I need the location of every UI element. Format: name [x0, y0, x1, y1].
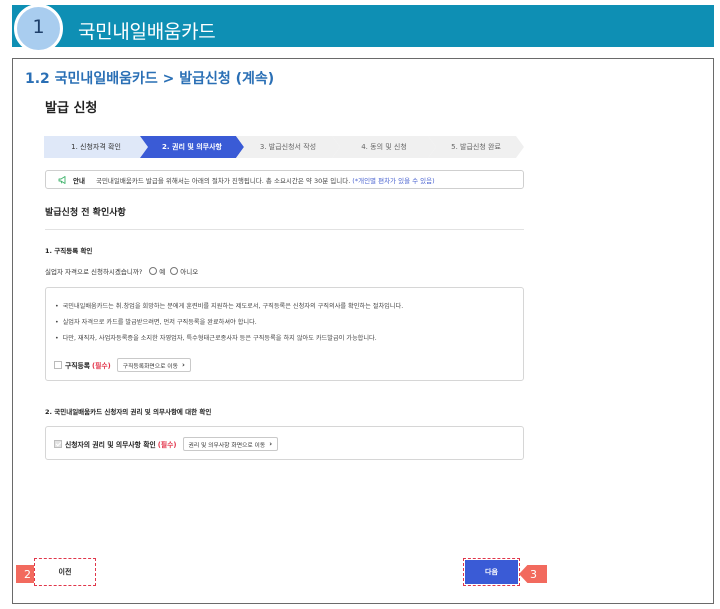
- step-2-rights-duties: 2. 권리 및 의무사항: [140, 136, 244, 158]
- banner-title: 국민내일배움카드: [78, 21, 216, 43]
- go-to-job-registration-button[interactable]: 구직등록화면으로 이동 ›: [116, 358, 191, 372]
- rights-check-row: 신청자의 권리 및 의무사항 확인 (필수) 권리 및 의무사항 화면으로 이동…: [54, 436, 279, 452]
- notice-label: 안내: [73, 176, 85, 185]
- next-button[interactable]: 다음: [463, 558, 520, 586]
- radio-yes[interactable]: [149, 267, 158, 275]
- info-bullet: • 국민내일배움카드는 취.창업을 희망하는 분에게 훈련비를 지원하는 제도로…: [55, 303, 404, 310]
- section-heading: 1.2 국민내일배움카드 > 발급신청 (계속): [25, 71, 275, 87]
- job-registration-check-label: 구직등록: [65, 362, 91, 370]
- prev-button[interactable]: 이전: [34, 558, 96, 586]
- page-title: 발급 신청: [45, 101, 98, 116]
- radio-no[interactable]: [170, 267, 179, 275]
- rights-check-label: 신청자의 권리 및 의무사항 확인: [65, 441, 156, 449]
- radio-yes-label: 예: [159, 268, 166, 276]
- progress-stepper: 1. 신청자격 확인 2. 권리 및 의무사항 3. 발급신청서 작성 4. 동…: [44, 136, 524, 158]
- megaphone-icon: [58, 175, 66, 184]
- step-1-eligibility: 1. 신청자격 확인: [44, 136, 148, 158]
- unemployed-question: 실업자 자격으로 신청하시겠습니까?: [45, 268, 143, 276]
- info-bullet: • 실업자 자격으로 카드를 발급받으려면, 먼저 구직등록을 완료하셔야 합니…: [55, 319, 257, 326]
- required-badge: (필수): [92, 362, 111, 370]
- required-badge: (필수): [157, 441, 177, 449]
- step-number-badge: 1: [14, 4, 63, 53]
- notice-bar: 안내 국민내일배움카드 발급을 위해서는 아래의 절차가 진행됩니다. 총 소요…: [45, 170, 524, 189]
- step-number: 1: [32, 16, 45, 38]
- step-5-complete: 5. 발급신청 완료: [428, 136, 524, 158]
- step-4-consent: 4. 동의 및 신청: [332, 136, 436, 158]
- go-to-rights-button[interactable]: 권리 및 의무사항 화면으로 이동 ›: [182, 437, 279, 451]
- rights-checkbox[interactable]: [54, 440, 62, 448]
- chevron-right-icon: ›: [269, 440, 273, 448]
- header-banner: 국민내일배움카드: [12, 5, 714, 47]
- job-registration-checkbox[interactable]: [54, 361, 62, 369]
- chevron-right-icon: ›: [181, 361, 185, 369]
- job-registration-heading: 1. 구직등록 확인: [45, 247, 93, 255]
- notice-text: 국민내일배움카드 발급을 위해서는 아래의 절차가 진행됩니다. 총 소요시간은…: [95, 176, 351, 185]
- rights-heading: 2. 국민내일배움카드 신청자의 권리 및 의무사항에 대한 확인: [45, 408, 212, 416]
- radio-no-label: 아니오: [180, 268, 199, 276]
- confirm-title: 발급신청 전 확인사항: [45, 208, 126, 218]
- step-3-application-form: 3. 발급신청서 작성: [236, 136, 340, 158]
- job-registration-check-row: 구직등록 (필수) 구직등록화면으로 이동 ›: [54, 357, 191, 373]
- notice-note: (*개인별 편차가 있을 수 있음): [352, 176, 435, 185]
- unemployed-question-row: 실업자 자격으로 신청하시겠습니까? 예 아니오: [45, 266, 198, 276]
- next-button-label: 다음: [465, 560, 518, 584]
- divider: [45, 229, 524, 230]
- rights-info-box: 신청자의 권리 및 의무사항 확인 (필수) 권리 및 의무사항 화면으로 이동…: [45, 426, 524, 460]
- job-registration-info-box: • 국민내일배움카드는 취.창업을 희망하는 분에게 훈련비를 지원하는 제도로…: [45, 287, 524, 381]
- info-bullet: • 다만, 재직자, 사업자등록증을 소지한 자영업자, 특수형태근로종사자 등…: [55, 335, 377, 342]
